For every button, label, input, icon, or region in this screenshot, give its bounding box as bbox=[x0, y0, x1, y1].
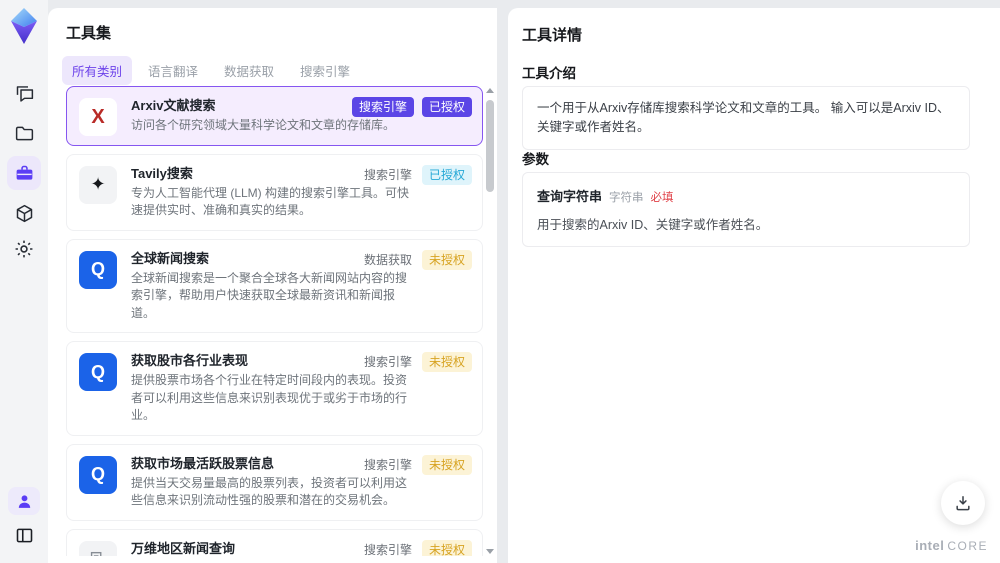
auth-status-badge: 已授权 bbox=[421, 97, 472, 117]
tool-description: 全球新闻搜索是一个聚合全球各大新闻网站内容的搜索引擎，帮助用户快速获取全球最新资… bbox=[131, 270, 408, 320]
category-badge: 搜索引擎 bbox=[351, 97, 414, 117]
files-nav-button[interactable] bbox=[0, 118, 48, 148]
category-badge: 搜索引擎 bbox=[363, 167, 412, 182]
parameter-box: 查询字符串 字符串 必填 用于搜索的Arxiv ID、关键字或作者姓名。 bbox=[522, 172, 970, 247]
tool-description: 提供当天交易量最高的股票列表，投资者可以利用这些信息来识别流动性强的股票和潜在的… bbox=[131, 475, 408, 508]
param-type: 字符串 bbox=[609, 192, 644, 204]
arxiv-logo-icon: X bbox=[79, 98, 117, 136]
settings-nav-button[interactable] bbox=[0, 234, 48, 264]
tavily-logo-icon: ✦ bbox=[79, 165, 117, 204]
category-badge: 搜索引擎 bbox=[363, 355, 412, 369]
active-stocks-icon: Q bbox=[79, 455, 117, 494]
collapse-panel-button[interactable] bbox=[0, 520, 48, 550]
tool-item-sector-performance[interactable]: Q 获取股市各行业表现 提供股票市场各个行业在特定时间段内的表现。投资者可以利用… bbox=[66, 341, 483, 436]
tool-badges: 搜索引擎 已授权 bbox=[362, 164, 472, 185]
tool-details-panel: 工具详情 工具介绍 一个用于从Arxiv存储库搜索科学论文和文章的工具。 输入可… bbox=[508, 8, 1000, 563]
tool-title: 全球新闻搜索 bbox=[131, 250, 210, 266]
auth-status-badge: 已授权 bbox=[421, 164, 472, 185]
core-product-text: CORE bbox=[947, 539, 988, 553]
cube-icon bbox=[16, 204, 32, 222]
packages-nav-button[interactable] bbox=[0, 198, 48, 228]
tool-list: X Arxiv文献搜索 访问各个研究领域大量科学论文和文章的存储库。 搜索引擎 … bbox=[66, 86, 483, 556]
tool-description: 访问各个研究领域大量科学论文和文章的存储库。 bbox=[131, 118, 396, 132]
tab-data-fetching[interactable]: 数据获取 bbox=[214, 56, 284, 85]
category-badge: 数据获取 bbox=[363, 252, 412, 267]
param-required-flag: 必填 bbox=[650, 192, 674, 204]
category-tabs: 所有类别 语言翻译 数据获取 搜索引擎 bbox=[62, 56, 360, 85]
tool-item-regional-news[interactable]: 万维地区新闻查询 查询具体行政区划内的新闻，快速了解各地新闻动 搜索引擎 未授权 bbox=[66, 528, 483, 556]
tool-description: 提供股票市场各个行业在特定时间段内的表现。投资者可以利用这些信息来识别表现优于或… bbox=[131, 373, 408, 422]
profile-highlight bbox=[8, 487, 40, 515]
intel-core-watermark: intel CORE bbox=[915, 538, 988, 553]
newspaper-icon bbox=[79, 540, 117, 556]
category-badge: 搜索引擎 bbox=[363, 457, 412, 472]
tool-badges: 搜索引擎 未授权 bbox=[362, 352, 472, 372]
left-rail bbox=[0, 0, 48, 563]
tool-item-tavily[interactable]: ✦ Tavily搜索 专为人工智能代理 (LLM) 构建的搜索引擎工具。可快速提… bbox=[66, 153, 483, 231]
toolbox-icon bbox=[16, 165, 32, 180]
tool-item-global-news[interactable]: Q 全球新闻搜索 全球新闻搜索是一个聚合全球各大新闻网站内容的搜索引擎，帮助用户… bbox=[66, 238, 483, 333]
download-button[interactable] bbox=[941, 481, 985, 525]
tavily-glyph: ✦ bbox=[90, 174, 106, 194]
tool-badges: 数据获取 未授权 bbox=[362, 249, 472, 270]
tile-glyph: Q bbox=[90, 259, 105, 279]
param-name: 查询字符串 bbox=[537, 189, 603, 204]
params-heading: 参数 bbox=[522, 152, 549, 167]
app-window: 工具集 所有类别 语言翻译 数据获取 搜索引擎 X Arxiv文献搜索 访问各个… bbox=[0, 0, 1000, 563]
details-title: 工具详情 bbox=[522, 27, 583, 44]
tile-glyph: Q bbox=[90, 361, 105, 382]
tab-all-categories[interactable]: 所有类别 bbox=[62, 56, 133, 85]
scrollbar-thumb[interactable] bbox=[486, 100, 494, 192]
list-scrollbar[interactable] bbox=[485, 88, 495, 554]
folder-icon bbox=[15, 126, 33, 140]
tool-description: 专为人工智能代理 (LLM) 构建的搜索引擎工具。可快速提供实时、准确和真实的结… bbox=[131, 185, 410, 218]
intro-heading: 工具介绍 bbox=[522, 66, 576, 81]
tool-title: 万维地区新闻查询 bbox=[131, 540, 236, 556]
chat-nav-button[interactable] bbox=[0, 78, 48, 108]
tile-glyph: Q bbox=[90, 464, 105, 484]
page-title: 工具集 bbox=[66, 25, 112, 42]
tool-title: 获取市场最活跃股票信息 bbox=[131, 455, 275, 471]
chat-icon bbox=[16, 85, 33, 102]
tool-badges: 搜索引擎 未授权 bbox=[362, 539, 472, 556]
stock-sector-icon: Q bbox=[79, 353, 117, 391]
param-description: 用于搜索的Arxiv ID、关键字或作者姓名。 bbox=[537, 218, 769, 232]
auth-status-badge: 未授权 bbox=[421, 249, 472, 270]
tool-title: 获取股市各行业表现 bbox=[131, 353, 249, 368]
news-search-icon: Q bbox=[79, 250, 117, 289]
scroll-up-arrow[interactable] bbox=[486, 88, 494, 93]
tool-list-panel: 工具集 所有类别 语言翻译 数据获取 搜索引擎 X Arxiv文献搜索 访问各个… bbox=[48, 8, 497, 563]
tool-title: Tavily搜索 bbox=[131, 165, 193, 181]
gear-icon bbox=[15, 240, 33, 258]
tool-item-most-active-stocks[interactable]: Q 获取市场最活跃股票信息 提供当天交易量最高的股票列表，投资者可以利用这些信息… bbox=[66, 443, 483, 521]
download-icon bbox=[956, 496, 970, 511]
tool-title: Arxiv文献搜索 bbox=[131, 98, 216, 113]
tool-item-arxiv[interactable]: X Arxiv文献搜索 访问各个研究领域大量科学论文和文章的存储库。 搜索引擎 … bbox=[66, 86, 483, 146]
scroll-down-arrow[interactable] bbox=[486, 549, 494, 554]
tab-search-engine[interactable]: 搜索引擎 bbox=[290, 56, 360, 85]
arxiv-glyph: X bbox=[91, 105, 105, 128]
profile-nav-button[interactable] bbox=[0, 486, 48, 516]
panel-toggle-icon bbox=[16, 528, 32, 542]
user-icon bbox=[18, 494, 30, 508]
tab-language-translation[interactable]: 语言翻译 bbox=[138, 56, 208, 85]
auth-status-badge: 未授权 bbox=[421, 539, 472, 556]
tools-nav-button-active[interactable] bbox=[7, 156, 41, 190]
auth-status-badge: 未授权 bbox=[421, 352, 472, 372]
auth-status-badge: 未授权 bbox=[421, 454, 472, 475]
tool-badges: 搜索引擎 已授权 bbox=[351, 97, 472, 117]
app-logo-icon bbox=[11, 8, 37, 44]
tool-badges: 搜索引擎 未授权 bbox=[362, 454, 472, 475]
category-badge: 搜索引擎 bbox=[363, 542, 412, 556]
intro-text-box: 一个用于从Arxiv存储库搜索科学论文和文章的工具。 输入可以是Arxiv ID… bbox=[522, 86, 970, 150]
intel-brand-text: intel bbox=[915, 538, 945, 553]
